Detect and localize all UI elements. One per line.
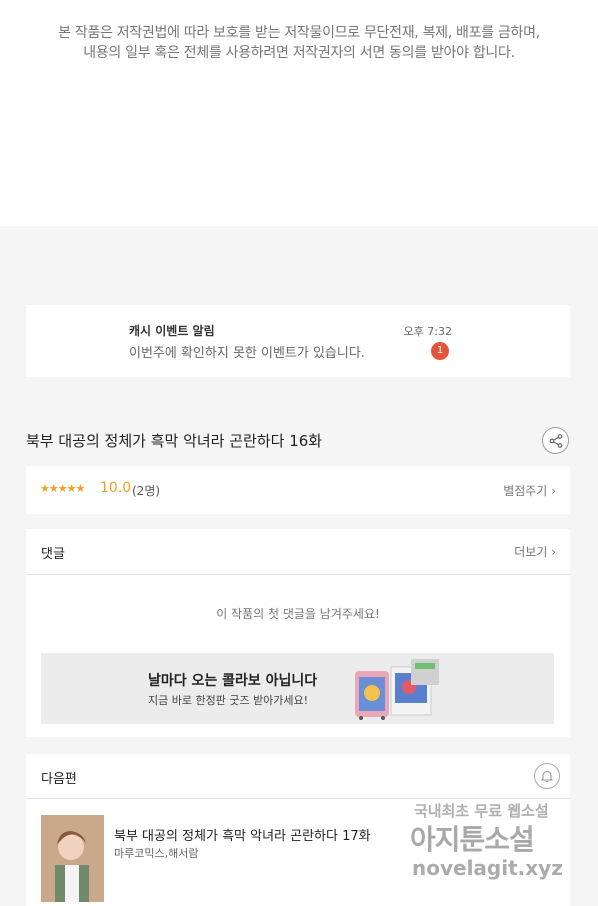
bell-icon (540, 770, 554, 783)
comments-section: 댓글 더보기 › 이 작품의 첫 댓글을 남겨주세요! 날마다 오는 콜라보 아… (26, 529, 570, 737)
share-icon (549, 434, 563, 448)
give-rating-label: 별점주기 (503, 484, 548, 498)
share-button[interactable] (542, 427, 569, 454)
comments-header: 댓글 더보기 › (26, 529, 570, 575)
site-watermark: 국내최초 무료 웹소설 아지툰소설 novelagit.xyz (408, 800, 578, 890)
rating-count: (2명) (132, 484, 161, 498)
episode-title: 북부 대공의 정체가 흑막 악녀라 곤란하다 16화 (26, 432, 323, 450)
copyright-notice-line-1: 본 작품은 저작권법에 따라 보호를 받는 저작물이므로 무단전재, 복제, 배… (58, 25, 540, 41)
next-episode-author: 마루코믹스,해서람 (114, 847, 199, 860)
comments-more-button[interactable]: 더보기 › (514, 543, 556, 560)
rating-card: ★★★★★ 10.0 (2명) 별점주기 › (26, 466, 570, 514)
comments-more-label: 더보기 (514, 545, 548, 559)
chevron-right-icon: › (551, 545, 556, 559)
notify-button[interactable] (534, 763, 560, 789)
character-image (41, 815, 104, 902)
collab-banner[interactable]: 날마다 오는 콜라보 아닙니다 지금 바로 한정판 굿즈 받아가세요! (41, 653, 554, 724)
watermark-line-2: 아지툰소설 (410, 823, 535, 856)
watermark-line-3: novelagit.xyz (412, 856, 563, 880)
banner-headline: 날마다 오는 콜라보 아닙니다 (148, 673, 318, 689)
goods-image (355, 659, 439, 720)
push-message: 이번주에 확인하지 못한 이벤트가 있습니다. (129, 346, 365, 361)
next-episode-label: 다음편 (41, 772, 77, 787)
give-rating-button[interactable]: 별점주기 › (503, 482, 556, 499)
push-title: 캐시 이벤트 알림 (129, 324, 215, 338)
copyright-notice-line-2: 내용의 일부 혹은 전체를 사용하려면 저작권자의 서면 동의를 받아야 합니다… (83, 45, 515, 61)
banner-subline: 지금 바로 한정판 굿즈 받아가세요! (148, 694, 309, 707)
next-episode-header: 다음편 (26, 754, 570, 799)
comments-label: 댓글 (41, 547, 65, 562)
copyright-notice: 본 작품은 저작권법에 따라 보호를 받는 저작물이므로 무단전재, 복제, 배… (0, 0, 598, 226)
comments-empty-text: 이 작품의 첫 댓글을 남겨주세요! (216, 607, 380, 621)
chevron-right-icon: › (551, 484, 556, 498)
push-time: 오후 7:32 (403, 325, 452, 338)
push-count-badge: 1 (431, 342, 449, 360)
next-episode-thumbnail[interactable] (41, 815, 104, 902)
rating-score: 10.0 (100, 480, 132, 496)
next-episode-title[interactable]: 북부 대공의 정체가 흑막 악녀라 곤란하다 17화 (114, 825, 371, 844)
cash-event-push-card[interactable]: 캐시 이벤트 알림 이번주에 확인하지 못한 이벤트가 있습니다. 오후 7:3… (26, 305, 570, 377)
rating-stars: ★★★★★ (40, 482, 85, 495)
